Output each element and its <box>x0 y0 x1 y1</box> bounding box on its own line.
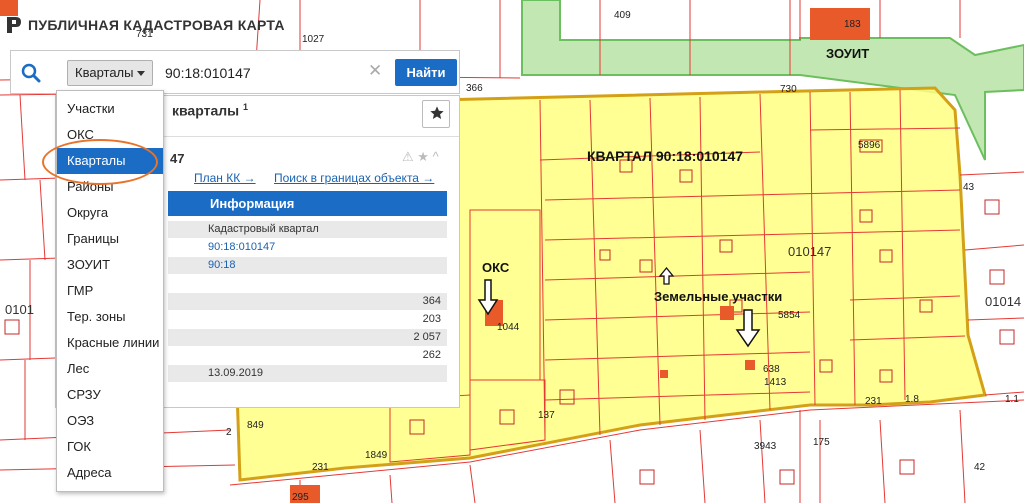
map-label: 638 <box>763 364 780 375</box>
map-label: 231 <box>865 396 882 407</box>
map-label: 01014 <box>985 294 1021 309</box>
map-label: 1849 <box>365 450 388 461</box>
clear-icon[interactable]: ✕ <box>368 61 382 81</box>
menu-item[interactable]: Лес <box>57 356 163 382</box>
plan-kk-link[interactable]: План КК → <box>194 171 256 185</box>
info-number: 262 <box>422 349 441 361</box>
map-label: 1044 <box>497 322 520 333</box>
info-row: 364 <box>168 293 447 310</box>
map-label: 010147 <box>788 244 831 259</box>
map-label: 1027 <box>302 34 325 45</box>
card-actions: ⚠ ★ ^ <box>402 149 439 165</box>
menu-item[interactable]: ГОК <box>57 434 163 460</box>
info-value[interactable]: 90:18:010147 <box>208 241 275 253</box>
info-value: 13.09.2019 <box>208 367 264 379</box>
pkk-logo-icon <box>7 17 21 33</box>
search-bar: Кварталы ✕ Найти <box>10 50 460 94</box>
map-label: 1.8 <box>905 394 919 405</box>
map-label: 43 <box>963 182 975 193</box>
map-label: 2 <box>226 427 232 438</box>
info-row: 262 <box>168 347 447 364</box>
info-row: 90:18 <box>168 257 447 274</box>
map-label: 295 <box>292 492 309 503</box>
info-row: 13.09.2019 <box>168 365 447 382</box>
search-type-dropdown[interactable]: Кварталы <box>67 60 153 86</box>
info-row: 203 <box>168 311 447 328</box>
map-label: 366 <box>466 83 483 94</box>
results-count: 1 <box>242 102 248 112</box>
map-label: 231 <box>312 462 329 473</box>
oks-annotation: ОКС <box>482 260 510 275</box>
search-in-bounds-link[interactable]: Поиск в границах объекта → <box>274 171 434 185</box>
chevron-up-icon[interactable]: ^ <box>433 149 439 164</box>
search-input[interactable] <box>159 60 391 86</box>
map-label: 849 <box>247 420 264 431</box>
map-label: 183 <box>844 19 861 30</box>
menu-item[interactable]: Участки <box>57 96 163 122</box>
map-label: 0101 <box>5 302 34 317</box>
map-label: 5896 <box>858 140 881 151</box>
info-header[interactable]: Информация <box>168 191 447 216</box>
favorite-button[interactable] <box>422 100 450 128</box>
land-annotation: Земельные участки <box>654 289 782 304</box>
star-icon[interactable]: ★ <box>417 149 429 164</box>
map-label: 5854 <box>778 310 801 321</box>
info-number: 203 <box>422 313 441 325</box>
star-icon <box>430 105 444 119</box>
info-row: Кадастровый квартал <box>168 221 447 238</box>
menu-item[interactable]: ОЭЗ <box>57 408 163 434</box>
map-label: 1.1 <box>1005 394 1019 405</box>
zouit-annotation: ЗОУИТ <box>826 46 869 61</box>
menu-item[interactable]: Кварталы <box>57 148 163 174</box>
info-row: 90:18:010147 <box>168 239 447 256</box>
quarter-annotation: КВАРТАЛ 90:18:010147 <box>587 148 743 164</box>
info-value: Кадастровый квартал <box>208 223 319 235</box>
result-card-title[interactable]: 47 <box>170 151 184 166</box>
menu-item[interactable]: Адреса <box>57 460 163 486</box>
info-row <box>168 275 447 292</box>
menu-item[interactable]: Районы <box>57 174 163 200</box>
page-title: ПУБЛИЧНАЯ КАДАСТРОВАЯ КАРТА <box>28 17 285 33</box>
search-type-label: Кварталы <box>75 65 134 80</box>
menu-item[interactable]: Тер. зоны <box>57 304 163 330</box>
find-button[interactable]: Найти <box>395 59 457 86</box>
menu-item[interactable]: ЗОУИТ <box>57 252 163 278</box>
app-header: ПУБЛИЧНАЯ КАДАСТРОВАЯ КАРТА <box>6 12 285 38</box>
menu-item[interactable]: СРЗУ <box>57 382 163 408</box>
map-label: 175 <box>813 437 830 448</box>
info-number: 364 <box>422 295 441 307</box>
menu-item[interactable]: Красные линии <box>57 330 163 356</box>
map-label: 42 <box>974 462 986 473</box>
chevron-down-icon <box>137 71 145 76</box>
map-label: 3943 <box>754 441 777 452</box>
results-title: кварталы 1 <box>172 102 248 119</box>
map-label: 409 <box>614 10 631 21</box>
map-label: 1413 <box>764 377 787 388</box>
menu-item[interactable]: ГМР <box>57 278 163 304</box>
search-type-menu: Участки ОКС Кварталы Районы Округа Границы ЗОУ… <box>56 90 164 492</box>
warning-icon[interactable]: ⚠ <box>402 149 414 164</box>
menu-item[interactable]: Округа <box>57 200 163 226</box>
menu-item[interactable]: ОКС <box>57 122 163 148</box>
menu-item[interactable]: Границы <box>57 226 163 252</box>
info-number: 2 057 <box>413 331 441 343</box>
info-row: 2 057 <box>168 329 447 346</box>
search-icon[interactable] <box>21 63 41 83</box>
info-value[interactable]: 90:18 <box>208 259 236 271</box>
map-label: 730 <box>780 84 797 95</box>
map-label: 137 <box>538 410 555 421</box>
